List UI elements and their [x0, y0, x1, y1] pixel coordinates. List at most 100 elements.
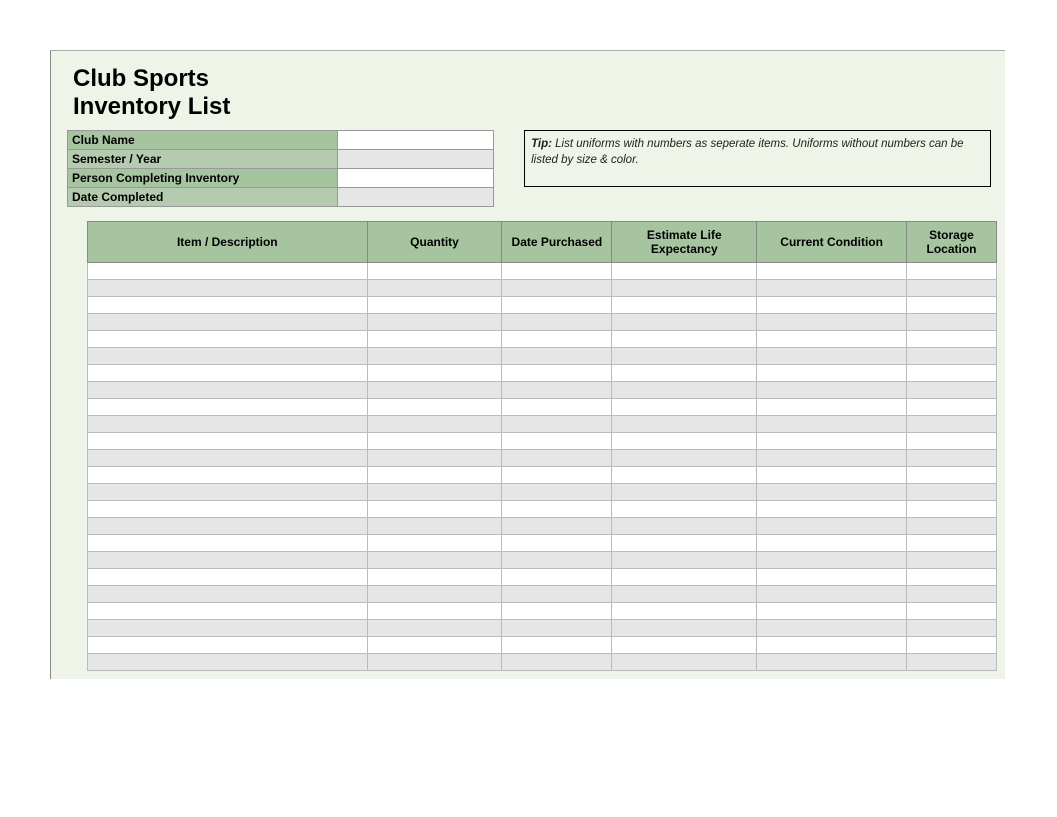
table-cell[interactable]: [367, 518, 502, 535]
table-cell[interactable]: [88, 552, 368, 569]
table-cell[interactable]: [907, 586, 997, 603]
table-cell[interactable]: [502, 518, 612, 535]
table-cell[interactable]: [502, 382, 612, 399]
table-cell[interactable]: [502, 331, 612, 348]
table-cell[interactable]: [502, 365, 612, 382]
table-cell[interactable]: [367, 263, 502, 280]
table-cell[interactable]: [757, 263, 907, 280]
table-cell[interactable]: [88, 331, 368, 348]
table-cell[interactable]: [88, 518, 368, 535]
table-cell[interactable]: [612, 654, 757, 671]
table-cell[interactable]: [88, 620, 368, 637]
table-cell[interactable]: [367, 467, 502, 484]
table-cell[interactable]: [502, 552, 612, 569]
table-cell[interactable]: [757, 467, 907, 484]
table-cell[interactable]: [88, 535, 368, 552]
table-cell[interactable]: [367, 416, 502, 433]
table-cell[interactable]: [612, 416, 757, 433]
table-cell[interactable]: [757, 331, 907, 348]
table-cell[interactable]: [907, 365, 997, 382]
table-cell[interactable]: [367, 552, 502, 569]
table-cell[interactable]: [502, 416, 612, 433]
table-cell[interactable]: [88, 263, 368, 280]
table-cell[interactable]: [757, 297, 907, 314]
table-cell[interactable]: [502, 535, 612, 552]
table-cell[interactable]: [367, 331, 502, 348]
meta-value-club-name[interactable]: [338, 131, 494, 150]
table-cell[interactable]: [502, 569, 612, 586]
table-cell[interactable]: [907, 314, 997, 331]
table-cell[interactable]: [612, 620, 757, 637]
table-cell[interactable]: [612, 484, 757, 501]
table-cell[interactable]: [612, 348, 757, 365]
table-cell[interactable]: [612, 382, 757, 399]
table-cell[interactable]: [88, 382, 368, 399]
table-cell[interactable]: [907, 263, 997, 280]
table-cell[interactable]: [367, 399, 502, 416]
table-cell[interactable]: [612, 331, 757, 348]
table-cell[interactable]: [502, 314, 612, 331]
table-cell[interactable]: [88, 501, 368, 518]
table-cell[interactable]: [757, 484, 907, 501]
table-cell[interactable]: [88, 416, 368, 433]
table-cell[interactable]: [757, 416, 907, 433]
table-cell[interactable]: [757, 365, 907, 382]
table-cell[interactable]: [907, 382, 997, 399]
table-cell[interactable]: [367, 365, 502, 382]
table-cell[interactable]: [612, 586, 757, 603]
table-cell[interactable]: [757, 603, 907, 620]
table-cell[interactable]: [88, 637, 368, 654]
table-cell[interactable]: [907, 603, 997, 620]
table-cell[interactable]: [612, 399, 757, 416]
table-cell[interactable]: [907, 297, 997, 314]
table-cell[interactable]: [502, 280, 612, 297]
meta-value-date[interactable]: [338, 188, 494, 207]
table-cell[interactable]: [757, 348, 907, 365]
table-cell[interactable]: [367, 535, 502, 552]
table-cell[interactable]: [612, 467, 757, 484]
table-cell[interactable]: [502, 263, 612, 280]
table-cell[interactable]: [367, 620, 502, 637]
table-cell[interactable]: [502, 450, 612, 467]
table-cell[interactable]: [367, 348, 502, 365]
table-cell[interactable]: [907, 569, 997, 586]
table-cell[interactable]: [757, 314, 907, 331]
table-cell[interactable]: [367, 382, 502, 399]
table-cell[interactable]: [907, 416, 997, 433]
table-cell[interactable]: [612, 535, 757, 552]
table-cell[interactable]: [88, 450, 368, 467]
table-cell[interactable]: [88, 314, 368, 331]
table-cell[interactable]: [367, 314, 502, 331]
table-cell[interactable]: [502, 620, 612, 637]
table-cell[interactable]: [757, 399, 907, 416]
table-cell[interactable]: [367, 484, 502, 501]
table-cell[interactable]: [907, 501, 997, 518]
meta-value-person[interactable]: [338, 169, 494, 188]
table-cell[interactable]: [502, 637, 612, 654]
table-cell[interactable]: [907, 484, 997, 501]
table-cell[interactable]: [907, 331, 997, 348]
table-cell[interactable]: [757, 280, 907, 297]
table-cell[interactable]: [612, 603, 757, 620]
table-cell[interactable]: [502, 399, 612, 416]
table-cell[interactable]: [88, 586, 368, 603]
table-cell[interactable]: [612, 263, 757, 280]
table-cell[interactable]: [757, 654, 907, 671]
table-cell[interactable]: [907, 637, 997, 654]
table-cell[interactable]: [757, 620, 907, 637]
table-cell[interactable]: [88, 399, 368, 416]
table-cell[interactable]: [502, 603, 612, 620]
table-cell[interactable]: [88, 569, 368, 586]
table-cell[interactable]: [907, 535, 997, 552]
table-cell[interactable]: [757, 450, 907, 467]
table-cell[interactable]: [612, 314, 757, 331]
table-cell[interactable]: [502, 297, 612, 314]
table-cell[interactable]: [88, 348, 368, 365]
meta-value-semester[interactable]: [338, 150, 494, 169]
table-cell[interactable]: [612, 552, 757, 569]
table-cell[interactable]: [502, 467, 612, 484]
table-cell[interactable]: [367, 569, 502, 586]
table-cell[interactable]: [367, 603, 502, 620]
table-cell[interactable]: [907, 620, 997, 637]
table-cell[interactable]: [757, 501, 907, 518]
